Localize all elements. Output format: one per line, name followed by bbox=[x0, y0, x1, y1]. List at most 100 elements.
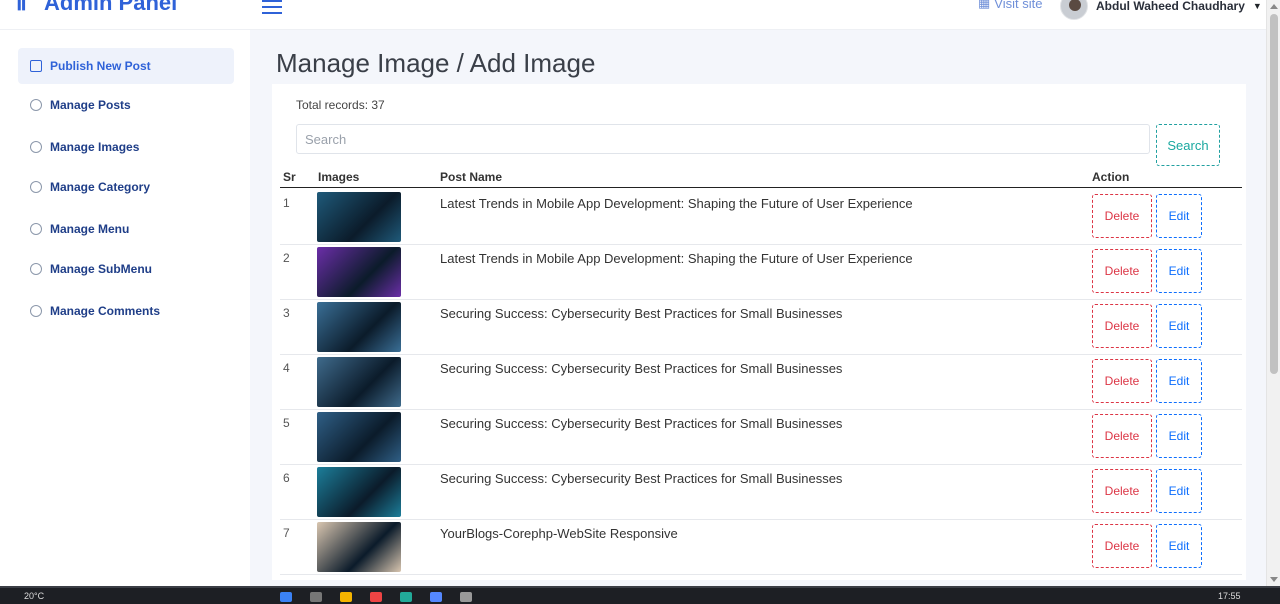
circle-icon bbox=[30, 305, 42, 317]
column-header-images: Images bbox=[318, 170, 360, 184]
circle-icon bbox=[30, 223, 42, 235]
taskbar-clock[interactable]: 17:55 bbox=[1218, 591, 1241, 601]
windows-icon[interactable] bbox=[280, 592, 292, 602]
brand-title: Admin Panel bbox=[44, 0, 178, 15]
row-sr: 1 bbox=[283, 196, 290, 210]
post-image-thumbnail bbox=[317, 192, 401, 242]
row-sr: 6 bbox=[283, 471, 290, 485]
brand-logo-icon: Ⅱ bbox=[16, 0, 27, 15]
post-image-thumbnail bbox=[317, 522, 401, 572]
total-records: Total records: 37 bbox=[296, 98, 385, 112]
delete-button[interactable]: Delete bbox=[1092, 194, 1152, 238]
row-post-name: Securing Success: Cybersecurity Best Pra… bbox=[440, 416, 843, 431]
delete-button[interactable]: Delete bbox=[1092, 414, 1152, 458]
user-name: Abdul Waheed Chaudhary bbox=[1096, 0, 1245, 13]
grid-icon bbox=[30, 60, 42, 72]
edit-button[interactable]: Edit bbox=[1156, 359, 1202, 403]
post-image-thumbnail bbox=[317, 302, 401, 352]
delete-button[interactable]: Delete bbox=[1092, 359, 1152, 403]
table-header: Sr Images Post Name Action bbox=[280, 168, 1242, 188]
sidebar-item-label: Manage Menu bbox=[50, 222, 130, 236]
edit-button[interactable]: Edit bbox=[1156, 469, 1202, 513]
row-sr: 2 bbox=[283, 251, 290, 265]
delete-button[interactable]: Delete bbox=[1092, 249, 1152, 293]
column-header-action: Action bbox=[1092, 170, 1130, 184]
grid-icon: ▦ bbox=[978, 0, 991, 10]
row-post-name: Securing Success: Cybersecurity Best Pra… bbox=[440, 471, 843, 486]
sidebar-item-label: Publish New Post bbox=[50, 59, 151, 73]
row-post-name: YourBlogs-Corephp-WebSite Responsive bbox=[440, 526, 678, 541]
post-image-thumbnail bbox=[317, 467, 401, 517]
sidebar-item-publish-new-post[interactable]: Publish New Post bbox=[18, 48, 234, 84]
images-card: Total records: 37 Search Sr Images Post … bbox=[272, 84, 1246, 580]
column-header-post-name: Post Name bbox=[440, 170, 503, 184]
app-icon[interactable] bbox=[370, 592, 382, 602]
app-icon[interactable] bbox=[460, 592, 472, 602]
column-header-sr: Sr bbox=[283, 170, 296, 184]
scroll-up-icon[interactable] bbox=[1270, 4, 1278, 9]
edit-button[interactable]: Edit bbox=[1156, 194, 1202, 238]
top-navbar: Ⅱ Admin Panel ▦ Visit site Abdul Waheed … bbox=[0, 0, 1266, 30]
visit-site-link[interactable]: ▦ Visit site bbox=[978, 0, 1042, 11]
main-content: Manage Image / Add Image Total records: … bbox=[250, 30, 1266, 586]
row-post-name: Latest Trends in Mobile App Development:… bbox=[440, 251, 913, 266]
taskbar-weather[interactable]: 20°C bbox=[24, 591, 44, 601]
edit-button[interactable]: Edit bbox=[1156, 414, 1202, 458]
edit-button[interactable]: Edit bbox=[1156, 524, 1202, 568]
taskbar-apps bbox=[280, 592, 472, 602]
row-sr: 5 bbox=[283, 416, 290, 430]
post-image-thumbnail bbox=[317, 247, 401, 297]
sidebar-item-label: Manage Comments bbox=[50, 304, 161, 318]
circle-icon bbox=[30, 99, 42, 111]
sidebar-item-label: Manage Posts bbox=[50, 98, 131, 112]
table-row: 1 Latest Trends in Mobile App Development… bbox=[280, 190, 1242, 245]
sidebar-item-label: Manage Images bbox=[50, 140, 140, 154]
page-title: Manage Image / Add Image bbox=[276, 48, 596, 78]
edit-button[interactable]: Edit bbox=[1156, 249, 1202, 293]
search-button[interactable]: Search bbox=[1156, 124, 1220, 166]
sidebar-item-label: Manage Category bbox=[50, 180, 151, 194]
post-image-thumbnail bbox=[317, 357, 401, 407]
caret-down-icon: ▼ bbox=[1252, 1, 1262, 11]
row-post-name: Securing Success: Cybersecurity Best Pra… bbox=[440, 306, 843, 321]
table-row: 5 Securing Success: Cybersecurity Best Pr… bbox=[280, 410, 1242, 465]
scroll-down-icon[interactable] bbox=[1270, 577, 1278, 582]
scroll-thumb[interactable] bbox=[1270, 14, 1278, 374]
table-row: 2 Latest Trends in Mobile App Development… bbox=[280, 245, 1242, 300]
circle-icon bbox=[30, 263, 42, 275]
delete-button[interactable]: Delete bbox=[1092, 469, 1152, 513]
row-post-name: Latest Trends in Mobile App Development:… bbox=[440, 196, 913, 211]
sidebar-item-manage-menu[interactable]: Manage Menu bbox=[30, 222, 129, 236]
brand[interactable]: Ⅱ Admin Panel bbox=[16, 0, 177, 14]
circle-icon bbox=[30, 181, 42, 193]
sidebar-item-manage-category[interactable]: Manage Category bbox=[30, 180, 150, 194]
delete-button[interactable]: Delete bbox=[1092, 304, 1152, 348]
os-taskbar: 20°C 17:55 bbox=[0, 586, 1280, 604]
table-row: 6 Securing Success: Cybersecurity Best Pr… bbox=[280, 465, 1242, 520]
browser-icon[interactable] bbox=[430, 592, 442, 602]
menu-toggle-icon[interactable] bbox=[262, 0, 282, 14]
table-row: 4 Securing Success: Cybersecurity Best Pr… bbox=[280, 355, 1242, 410]
sidebar-item-manage-images[interactable]: Manage Images bbox=[30, 140, 139, 154]
folder-icon[interactable] bbox=[340, 592, 352, 602]
search-input[interactable] bbox=[296, 124, 1150, 154]
row-sr: 4 bbox=[283, 361, 290, 375]
page-scrollbar[interactable] bbox=[1266, 0, 1280, 586]
sidebar-item-manage-submenu[interactable]: Manage SubMenu bbox=[30, 262, 152, 276]
sidebar-item-label: Manage SubMenu bbox=[50, 262, 153, 276]
app-icon[interactable] bbox=[400, 592, 412, 602]
sidebar: Publish New Post Manage Posts Manage Ima… bbox=[0, 30, 250, 586]
table-row: 3 Securing Success: Cybersecurity Best Pr… bbox=[280, 300, 1242, 355]
search-icon[interactable] bbox=[310, 592, 322, 602]
row-sr: 7 bbox=[283, 526, 290, 540]
row-post-name: Securing Success: Cybersecurity Best Pra… bbox=[440, 361, 843, 376]
table-row: 7 YourBlogs-Corephp-WebSite Responsive Del… bbox=[280, 520, 1242, 575]
user-menu[interactable]: Abdul Waheed Chaudhary ▼ bbox=[1060, 0, 1262, 20]
sidebar-item-manage-comments[interactable]: Manage Comments bbox=[30, 304, 160, 318]
delete-button[interactable]: Delete bbox=[1092, 524, 1152, 568]
post-image-thumbnail bbox=[317, 412, 401, 462]
table-body: 1 Latest Trends in Mobile App Development… bbox=[280, 190, 1242, 575]
circle-icon bbox=[30, 141, 42, 153]
sidebar-item-manage-posts[interactable]: Manage Posts bbox=[30, 98, 131, 112]
edit-button[interactable]: Edit bbox=[1156, 304, 1202, 348]
